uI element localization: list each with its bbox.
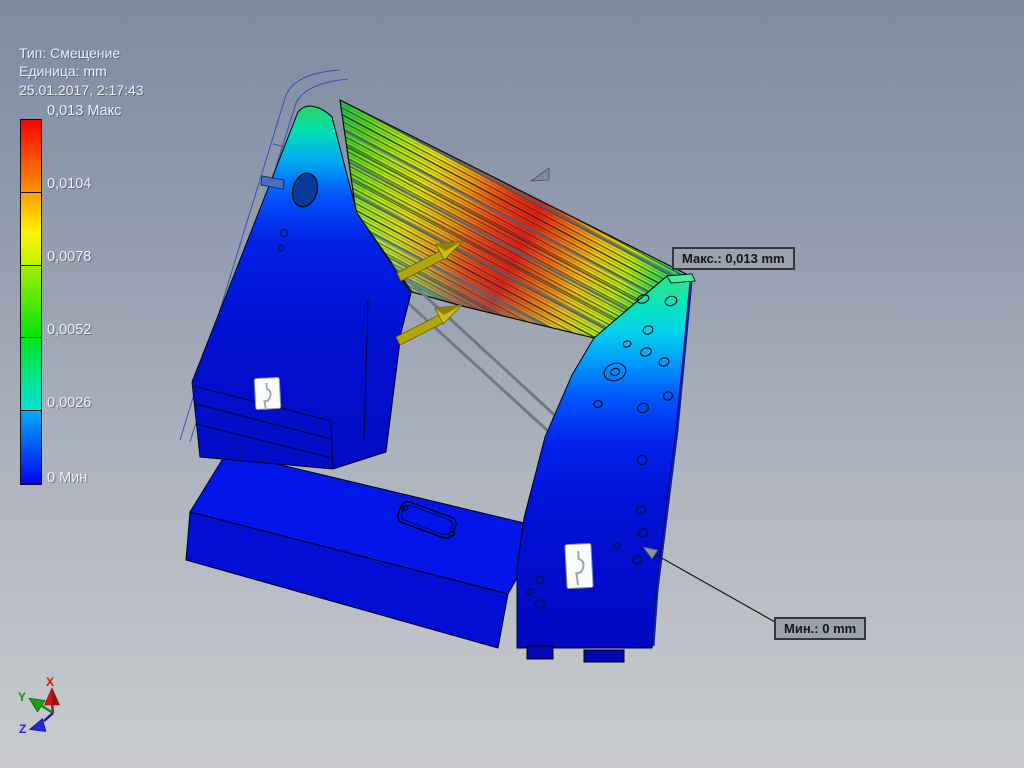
scale-max-label: 0,013 Макс	[47, 103, 122, 119]
model-base	[185, 451, 546, 649]
scale-tick-label: 0,0052	[47, 322, 92, 338]
scale-segment-blue	[21, 411, 41, 484]
result-unit-label: Единица: mm	[19, 63, 107, 79]
min-callout[interactable]: Мин.: 0 mm	[774, 617, 867, 640]
model-3d[interactable]	[0, 0, 1024, 768]
max-callout[interactable]: Макс.: 0,013 mm	[672, 247, 795, 270]
scale-tick-label: 0,0104	[47, 176, 92, 192]
scale-segment-orange-yellow	[21, 192, 41, 266]
scale-tick-label: 0,0078	[47, 249, 92, 265]
axis-z-label: Z	[19, 722, 27, 736]
axis-x-label: X	[46, 675, 55, 689]
model-right-plate	[516, 273, 696, 663]
boundary-condition-tag[interactable]	[564, 542, 594, 590]
axis-y-label: Y	[18, 690, 27, 704]
min-leader-line	[650, 551, 776, 623]
boundary-condition-tag[interactable]	[253, 376, 282, 411]
result-type-label: Тип: Смещение	[19, 45, 121, 61]
viewport-3d[interactable]: Тип: Смещение Единица: mm 25.01.2017, 2:…	[0, 0, 1024, 768]
orientation-triad	[28, 687, 60, 732]
max-probe-arrow	[529, 167, 550, 182]
scale-segment-green	[21, 265, 41, 339]
scale-segment-green-cyan	[21, 338, 41, 412]
color-scale-bar	[20, 119, 42, 485]
scale-tick-label: 0,0026	[47, 395, 92, 411]
scale-min-label: 0 Мин	[47, 470, 88, 486]
result-timestamp: 25.01.2017, 2:17:43	[19, 82, 144, 98]
scale-segment-red	[21, 120, 41, 193]
